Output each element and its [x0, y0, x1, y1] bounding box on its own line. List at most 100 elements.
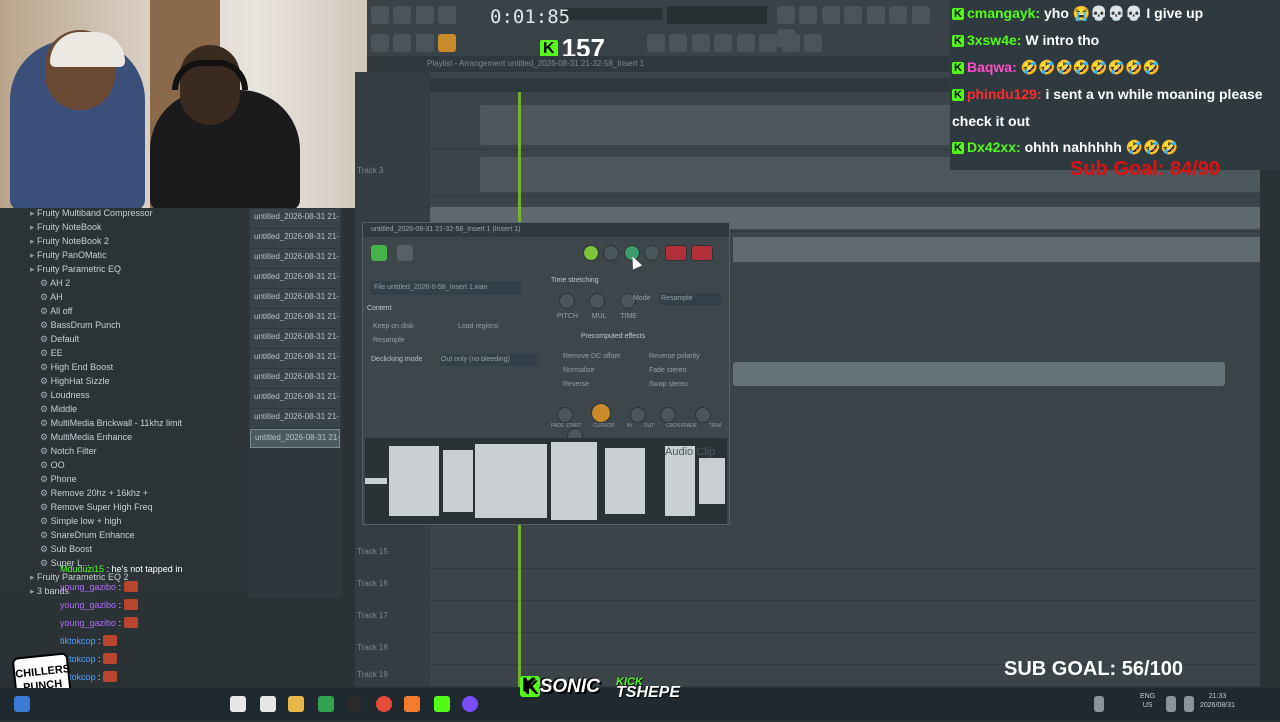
effect-checkbox[interactable]: Fade stereo	[649, 364, 700, 378]
effect-checkbox[interactable]: Normalize	[563, 364, 620, 378]
pitch-stretch-knob[interactable]	[559, 293, 575, 309]
browser-item[interactable]: ⚙ All off	[0, 306, 248, 320]
file-item[interactable]: untitled_2026-08-31 21-	[250, 389, 340, 408]
browser-item[interactable]: ⚙ Default	[0, 334, 248, 348]
load-regions-checkbox[interactable]: Load regions	[458, 323, 498, 330]
start-icon[interactable]	[14, 696, 30, 712]
in-knob[interactable]	[629, 407, 646, 423]
user-icon[interactable]	[889, 6, 908, 24]
cut-icon[interactable]	[799, 6, 818, 24]
file-item[interactable]: untitled_2026-08-31 21-	[250, 329, 340, 348]
pan-knob[interactable]	[603, 245, 620, 261]
file-field[interactable]: File untitled_2026-0-58_Insert 1.wav	[371, 281, 521, 295]
browser-item[interactable]: ▸ Fruity NoteBook	[0, 222, 248, 236]
audio-clip-waveform[interactable]	[733, 362, 1225, 386]
sample-waveform[interactable]: Audio Clip	[365, 438, 727, 524]
browser-item[interactable]: ⚙ Middle	[0, 404, 248, 418]
file-icon[interactable]	[230, 696, 246, 712]
obs-icon[interactable]	[346, 696, 362, 712]
app-icon[interactable]	[318, 696, 334, 712]
declicking-dropdown[interactable]: Out only (no bleeding)	[439, 354, 539, 366]
volume-icon[interactable]	[1184, 696, 1194, 712]
undo-icon[interactable]	[777, 6, 795, 24]
fade-start-knob[interactable]	[557, 407, 573, 423]
file-item[interactable]: untitled_2026-08-31 21-	[250, 289, 340, 308]
mixer-track-selector[interactable]	[664, 245, 687, 261]
record-button[interactable]	[415, 6, 434, 24]
browser-item[interactable]: ⚙ HighHat Sizzle	[0, 376, 248, 390]
tray-icon[interactable]	[1094, 696, 1104, 712]
kick-icon[interactable]	[434, 696, 450, 712]
enable-knob[interactable]	[583, 245, 599, 261]
file-icon[interactable]	[260, 696, 276, 712]
file-item[interactable]: untitled_2026-08-31 21-	[250, 309, 340, 328]
file-item[interactable]: untitled_2026-08-31 21-	[250, 209, 340, 228]
track-number[interactable]	[691, 245, 714, 261]
snap-button[interactable]	[371, 34, 389, 52]
channel-rack-icon[interactable]	[691, 34, 710, 52]
browser-item[interactable]: ⚙ AH 2	[0, 278, 248, 292]
mixer-icon[interactable]	[714, 34, 733, 52]
play-button[interactable]	[371, 6, 389, 24]
mul-knob[interactable]	[589, 293, 606, 309]
browser-item[interactable]: ⚙ SnareDrum Enhance	[0, 530, 248, 544]
browser-item[interactable]: ▸ Fruity Parametric EQ	[0, 264, 248, 278]
chrome-icon[interactable]	[376, 696, 392, 712]
stop-button[interactable]	[393, 6, 412, 24]
browser-item[interactable]: ⚙ AH	[0, 292, 248, 306]
file-item[interactable]: untitled_2026-08-31 21-	[250, 349, 340, 368]
piano-roll-icon[interactable]	[669, 34, 688, 52]
discord-icon[interactable]	[462, 696, 478, 712]
playlist-window-icon[interactable]	[647, 34, 665, 52]
browser-item[interactable]: ⚙ MultiMedia Enhance	[0, 432, 248, 446]
effect-checkbox[interactable]: Reverse	[563, 378, 620, 392]
browser-item[interactable]: ⚙ Sub Boost	[0, 544, 248, 558]
close-window-icon[interactable]	[804, 34, 823, 52]
save-icon[interactable]	[866, 6, 885, 24]
browser-item[interactable]: ⚙ Loudness	[0, 390, 248, 404]
audio-clip-waveform[interactable]	[733, 237, 1260, 262]
browser-item[interactable]: ⚙ High End Boost	[0, 362, 248, 376]
explorer-icon[interactable]	[288, 696, 304, 712]
plugin-icon[interactable]	[759, 34, 778, 52]
file-item[interactable]: untitled_2026-08-31 21-	[250, 429, 340, 448]
record-audio-icon[interactable]	[781, 34, 800, 52]
draw-tool-icon[interactable]	[393, 34, 412, 52]
file-item[interactable]: untitled_2026-08-31 21-	[250, 249, 340, 268]
browser-item[interactable]: ⚙ Remove 20hz + 16khz +	[0, 488, 248, 502]
chat-icon[interactable]	[911, 6, 930, 24]
taskbar-clock[interactable]: 21:33 2026/08/31	[1200, 692, 1235, 710]
mic-icon[interactable]	[821, 6, 840, 24]
effect-checkbox[interactable]: Swap stereo	[649, 378, 700, 392]
crossfade-knob[interactable]	[694, 407, 711, 423]
browser-item[interactable]: ⚙ Phone	[0, 474, 248, 488]
help-icon[interactable]	[844, 6, 863, 24]
browser-item[interactable]: ⚙ BassDrum Punch	[0, 320, 248, 334]
resample-checkbox[interactable]: Resample	[373, 337, 405, 344]
browser-item[interactable]: ⚙ Remove Super High Freq	[0, 502, 248, 516]
browser-item[interactable]: ⚙ OO	[0, 460, 248, 474]
fl-studio-icon[interactable]	[404, 696, 420, 712]
wave-icon[interactable]	[371, 245, 387, 261]
master-volume-slider[interactable]	[562, 8, 662, 20]
pitch-knob[interactable]	[644, 245, 661, 261]
keep-on-disk-checkbox[interactable]: Keep on disk	[373, 323, 413, 330]
browser-icon[interactable]	[736, 34, 755, 52]
mode-dropdown[interactable]: Resample	[659, 293, 721, 305]
cursor-knob[interactable]	[591, 403, 612, 423]
wrench-icon[interactable]	[397, 245, 413, 261]
file-item[interactable]: untitled_2026-08-31 21-	[250, 229, 340, 248]
file-item[interactable]: untitled_2026-08-31 21-	[250, 269, 340, 288]
browser-item[interactable]: ▸ Fruity NoteBook 2	[0, 236, 248, 250]
browser-item[interactable]: ⚙ EE	[0, 348, 248, 362]
pattern-song-toggle[interactable]	[438, 6, 457, 24]
browser-item[interactable]: ⚙ Notch Filter	[0, 446, 248, 460]
browser-item[interactable]: ▸ Fruity Multiband Compressor	[0, 208, 248, 222]
language-indicator[interactable]: ENG US	[1140, 692, 1155, 710]
browser-item[interactable]: ⚙ MultiMedia Brickwall - 11khz limit	[0, 418, 248, 432]
effect-checkbox[interactable]: Remove DC offset	[563, 350, 620, 364]
file-item[interactable]: untitled_2026-08-31 21-	[250, 369, 340, 388]
link-tool-icon[interactable]	[438, 34, 457, 52]
browser-item[interactable]: ⚙ Simple low + high	[0, 516, 248, 530]
paint-tool-icon[interactable]	[415, 34, 434, 52]
